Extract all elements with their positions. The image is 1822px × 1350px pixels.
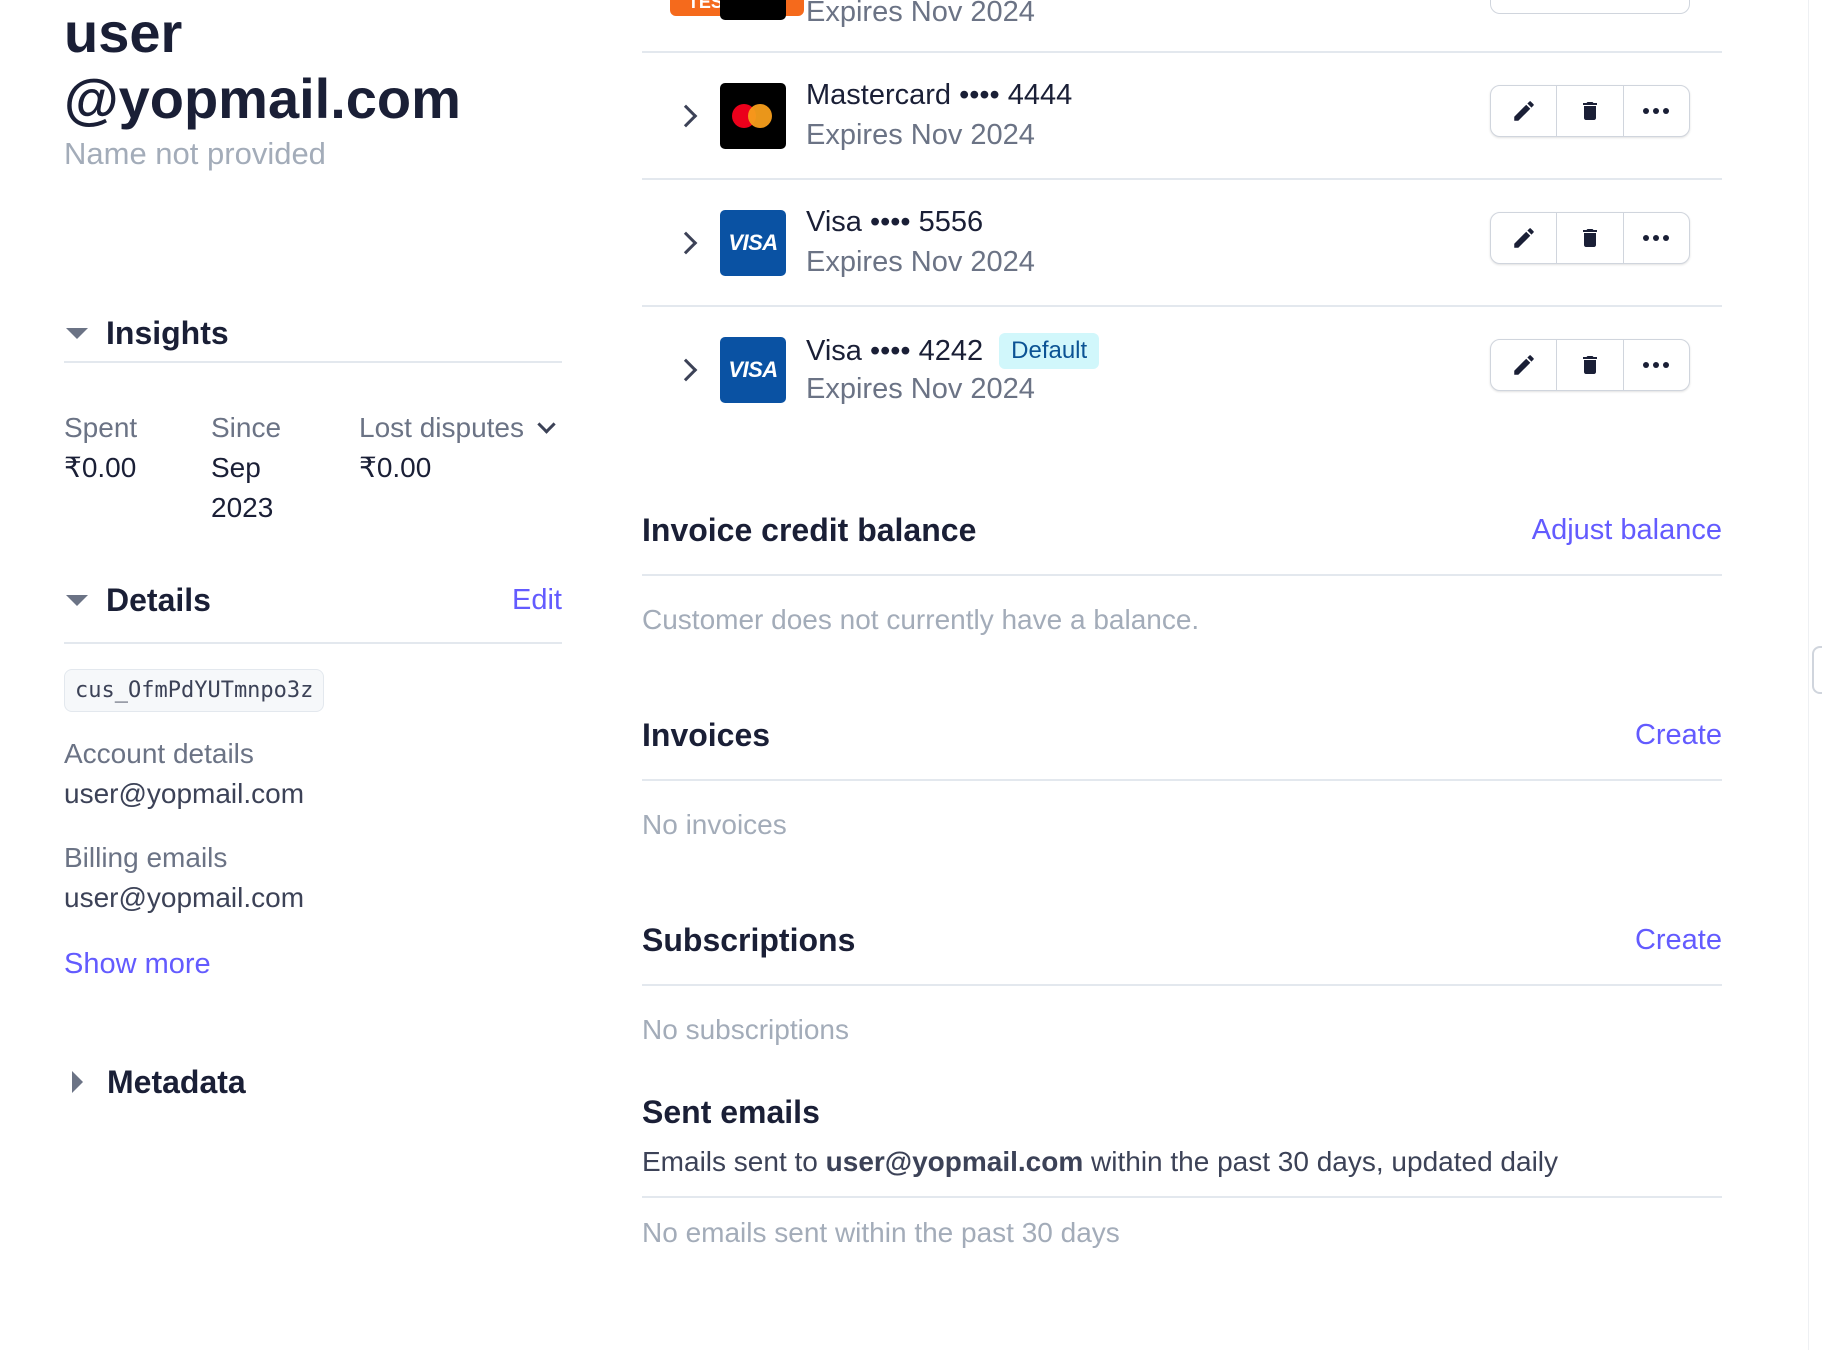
delete-button[interactable] <box>1557 340 1624 390</box>
details-divider <box>64 642 562 644</box>
triangle-down-icon <box>66 327 88 339</box>
billing-emails-label: Billing emails <box>64 842 228 873</box>
show-more-link[interactable]: Show more <box>64 948 211 981</box>
payment-method-row[interactable]: VISA Visa •••• 5556 Expires Nov 2024 <box>642 180 1722 306</box>
details-edit-link[interactable]: Edit <box>512 584 562 617</box>
payment-method-actions <box>1490 85 1690 137</box>
subscriptions-title: Subscriptions <box>642 921 856 958</box>
more-button[interactable] <box>1624 340 1689 390</box>
payment-method-row[interactable]: Mastercard •••• 4444 Expires Nov 2024 <box>642 53 1722 179</box>
stat-lost-disputes[interactable]: Lost disputes ₹0.00 <box>359 408 569 488</box>
card-brand-partial <box>720 0 786 20</box>
more-icon <box>1643 235 1670 241</box>
stat-label: Lost disputes <box>359 408 569 448</box>
account-details-label: Account details <box>64 738 254 769</box>
customer-id-chip[interactable]: cus_OfmPdYUTmnpo3z <box>64 669 325 712</box>
invoice-credit-title: Invoice credit balance <box>642 511 977 548</box>
customer-email-line1: user <box>64 1 183 64</box>
triangle-right-icon <box>72 1071 83 1093</box>
customer-name: Name not provided <box>64 136 326 171</box>
payment-method-title: Mastercard •••• 4444 <box>806 79 1073 111</box>
triangle-down-icon <box>66 594 88 606</box>
adjust-balance-link[interactable]: Adjust balance <box>1532 514 1722 547</box>
insights-divider <box>64 361 562 363</box>
sent-emails-description: Emails sent to user@yopmail.com within t… <box>642 1146 1559 1177</box>
subscriptions-header: Subscriptions Create <box>642 918 1722 962</box>
payment-method-actions <box>1490 339 1690 391</box>
visa-logo: VISA <box>720 337 786 403</box>
stat-value: Sep 2023 <box>211 452 274 523</box>
more-button[interactable] <box>1624 213 1689 263</box>
invoice-credit-header: Invoice credit balance Adjust balance <box>642 508 1722 552</box>
edit-button[interactable] <box>1491 213 1558 263</box>
payment-method-row[interactable]: VISA Visa •••• 4242 Default Expires Nov 2… <box>642 307 1722 433</box>
pencil-icon <box>1513 355 1534 375</box>
stat-spent: Spent ₹0.00 <box>64 408 137 488</box>
side-panel-handle[interactable] <box>1812 646 1822 694</box>
chevron-right-icon[interactable] <box>674 358 698 382</box>
pencil-icon <box>1513 101 1534 121</box>
delete-button[interactable] <box>1557 213 1624 263</box>
payment-method-expiry: Expires Nov 2024 <box>806 373 1035 405</box>
insights-title: Insights <box>106 314 229 351</box>
billing-emails-value: user@yopmail.com <box>64 882 305 913</box>
sent-emails-divider <box>642 1196 1722 1198</box>
sent-emails-title: Sent emails <box>642 1094 820 1130</box>
insights-header[interactable]: Insights <box>64 311 562 355</box>
trash-icon <box>1582 102 1597 120</box>
visa-logo: VISA <box>720 210 786 276</box>
subscriptions-empty: No subscriptions <box>642 1014 849 1045</box>
subscriptions-divider <box>642 984 1722 986</box>
more-icon <box>1643 362 1670 368</box>
invoices-header: Invoices Create <box>642 713 1722 757</box>
stat-since: Since Sep 2023 <box>211 408 301 528</box>
payment-method-actions <box>1490 212 1690 264</box>
invoice-credit-empty: Customer does not currently have a balan… <box>642 604 1200 635</box>
stat-value: ₹0.00 <box>64 452 137 483</box>
chevron-right-icon[interactable] <box>674 104 698 128</box>
partial-expiry: Expires Nov 2024 <box>806 0 1035 28</box>
more-icon <box>1643 108 1670 114</box>
metadata-title: Metadata <box>107 1063 246 1100</box>
stat-label: Since <box>211 412 282 443</box>
invoices-title: Invoices <box>642 716 771 753</box>
more-button[interactable] <box>1624 86 1689 136</box>
chevron-right-icon[interactable] <box>674 231 698 255</box>
scroll-edge <box>1808 0 1809 1350</box>
payment-method-expiry: Expires Nov 2024 <box>806 119 1035 151</box>
sent-emails-empty: No emails sent within the past 30 days <box>642 1217 1120 1248</box>
mastercard-logo <box>720 83 786 149</box>
metadata-header[interactable]: Metadata <box>64 1060 562 1104</box>
invoice-credit-divider <box>642 574 1722 576</box>
payment-method-expiry: Expires Nov 2024 <box>806 246 1035 278</box>
partial-actions[interactable] <box>1490 0 1690 14</box>
trash-icon <box>1582 229 1597 247</box>
payment-method-title: Visa •••• 4242 Default <box>806 333 1100 369</box>
pencil-icon <box>1513 228 1534 248</box>
details-header[interactable]: Details Edit <box>64 578 562 622</box>
default-badge: Default <box>999 333 1100 369</box>
edit-button[interactable] <box>1491 86 1558 136</box>
delete-button[interactable] <box>1557 86 1624 136</box>
invoices-divider <box>642 779 1722 781</box>
edit-button[interactable] <box>1491 340 1558 390</box>
chevron-down-icon[interactable] <box>537 415 556 434</box>
sent-emails-address: user@yopmail.com <box>825 1146 1084 1177</box>
details-title: Details <box>106 581 211 618</box>
create-subscription-link[interactable]: Create <box>1635 924 1722 957</box>
create-invoice-link[interactable]: Create <box>1635 719 1722 752</box>
stat-value: ₹0.00 <box>359 452 432 483</box>
invoices-empty: No invoices <box>642 809 787 840</box>
customer-email-heading: user @yopmail.com <box>64 0 544 132</box>
payment-method-title: Visa •••• 5556 <box>806 206 984 238</box>
customer-email-line2: @yopmail.com <box>64 67 461 130</box>
account-details-value: user@yopmail.com <box>64 778 305 809</box>
stat-label: Spent <box>64 412 138 443</box>
trash-icon <box>1582 356 1597 374</box>
